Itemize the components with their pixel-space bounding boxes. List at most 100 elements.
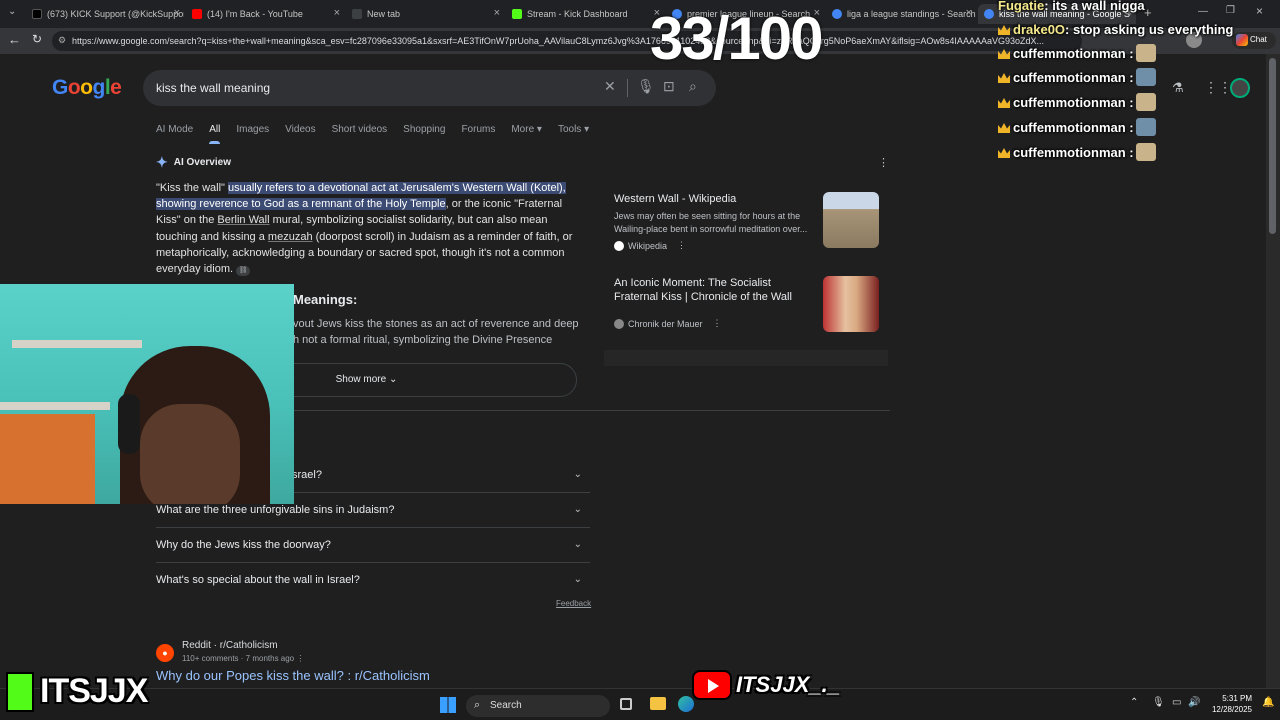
more-options-icon[interactable]: ⋮	[878, 156, 889, 169]
source-site: Chronik der Mauer ⋮	[614, 318, 722, 329]
close-tab-icon[interactable]: ×	[174, 7, 180, 19]
edge-icon[interactable]	[678, 696, 694, 712]
chat-username: cuffemmotionman	[1013, 46, 1126, 61]
webcam-object	[0, 414, 95, 504]
voice-search-icon[interactable]: 🎙	[637, 78, 655, 95]
close-tab-icon[interactable]: ×	[334, 7, 340, 19]
google-icon	[832, 9, 842, 19]
taskbar-search[interactable]: ⌕ Search	[466, 695, 610, 717]
volume-icon[interactable]: 🔊	[1188, 697, 1200, 708]
webcam-shelf	[0, 402, 110, 410]
reddit-icon: ●	[156, 644, 174, 662]
close-tab-icon[interactable]: ×	[966, 7, 972, 19]
faq-item[interactable]: Why do the Jews kiss the doorway? ⌄	[156, 528, 590, 563]
back-icon[interactable]: ←	[8, 32, 21, 47]
progress-counter: 33/100	[650, 5, 824, 72]
clear-search-icon[interactable]: ✕	[604, 78, 616, 95]
more-options-icon[interactable]: ⋮	[713, 318, 722, 329]
tab-kick-support[interactable]: (673) KICK Support (@KickSuppor ×	[26, 4, 184, 24]
chat-label: Chat	[1250, 35, 1267, 44]
lens-icon[interactable]: ⊡	[663, 78, 675, 95]
notification-bell-icon[interactable]: 🔔	[1262, 697, 1274, 708]
faq-item[interactable]: What's so special about the wall in Isra…	[156, 563, 590, 598]
taskbar-clock[interactable]: 5:31 PM 12/28/2025	[1206, 693, 1252, 715]
account-avatar[interactable]	[1230, 78, 1250, 98]
source-snippet: Jews may often be seen sitting for hours…	[614, 211, 808, 234]
close-window-button[interactable]: ×	[1256, 4, 1263, 18]
restore-button[interactable]: ❐	[1226, 5, 1235, 16]
source-site-name: Wikipedia	[628, 240, 668, 251]
file-explorer-icon[interactable]	[650, 697, 666, 710]
search-input[interactable]: kiss the wall meaning	[156, 81, 270, 95]
crown-icon	[998, 123, 1010, 133]
microphone-icon[interactable]: 🎙	[1152, 697, 1165, 708]
new-tab-icon	[352, 9, 362, 19]
page-scrollbar[interactable]	[1266, 54, 1280, 688]
source-site: Wikipedia ⋮	[614, 240, 686, 251]
source-card-wikipedia[interactable]: Western Wall - Wikipedia Jews may often …	[604, 182, 888, 260]
ai-text-part: "Kiss the wall"	[156, 182, 228, 194]
tab-videos[interactable]: Videos	[285, 124, 315, 144]
tab-forums[interactable]: Forums	[461, 124, 495, 144]
new-tab-button[interactable]: +	[1144, 5, 1152, 20]
tab-shopping[interactable]: Shopping	[403, 124, 445, 144]
chat-button[interactable]: Chat	[1232, 32, 1276, 49]
tab-tools[interactable]: Tools ▾	[558, 124, 589, 144]
more-options-icon[interactable]: ⋮	[677, 240, 686, 251]
crown-icon	[998, 73, 1010, 83]
search-box[interactable]: kiss the wall meaning ✕ 🎙 ⊡ ⌕	[143, 70, 716, 106]
minimize-button[interactable]: —	[1198, 6, 1208, 17]
mezuzah-link[interactable]: mezuzah	[268, 231, 313, 243]
scrollbar-thumb[interactable]	[1269, 58, 1276, 234]
start-button[interactable]	[440, 697, 456, 713]
tab-images[interactable]: Images	[236, 124, 269, 144]
show-more-label: Show more	[335, 374, 387, 385]
youtube-channel-name: ITSJJX_._	[736, 672, 840, 697]
western-wall-thumbnail[interactable]	[823, 192, 879, 248]
tab-ai-mode[interactable]: AI Mode	[156, 124, 193, 144]
labs-icon[interactable]: ⚗	[1172, 80, 1184, 96]
chevron-down-icon: ⌄	[388, 374, 398, 385]
close-tab-icon[interactable]: ×	[494, 7, 500, 19]
site-info-icon[interactable]: ⚙	[58, 35, 66, 46]
tab-short-videos[interactable]: Short videos	[332, 124, 388, 144]
faq-question: What's so special about the wall in Isra…	[156, 574, 360, 586]
result-site[interactable]: Reddit · r/Catholicism	[182, 640, 278, 651]
webcam-overlay	[0, 284, 294, 504]
ai-overview-text: "Kiss the wall" usually refers to a devo…	[156, 180, 581, 277]
tab-kick-dashboard[interactable]: Stream - Kick Dashboard ×	[506, 4, 664, 24]
tab-more[interactable]: More ▾	[511, 124, 542, 144]
task-view-icon[interactable]	[620, 698, 632, 710]
chevron-up-icon[interactable]: ⌃	[1130, 697, 1138, 708]
result-title-link[interactable]: Why do our Popes kiss the wall? : r/Cath…	[156, 668, 430, 683]
url-text: https://www.google.com/search?q=kiss+the…	[72, 36, 1044, 46]
tab-list-chevron-icon[interactable]: ⌄	[8, 6, 16, 17]
tab-more-label: More	[511, 124, 535, 135]
network-icon[interactable]: ▭	[1172, 697, 1181, 708]
google-logo[interactable]: Google	[52, 76, 122, 100]
berlin-wall-link[interactable]: Berlin Wall	[217, 214, 269, 226]
address-bar[interactable]: ⚙ https://www.google.com/search?q=kiss+t…	[52, 31, 1082, 51]
source-card-chronik[interactable]: An Iconic Moment: The Socialist Fraterna…	[604, 266, 888, 344]
faq-question: Why do the Jews kiss the doorway?	[156, 539, 331, 551]
result-meta: 110+ comments · 7 months ago ⋮	[182, 654, 304, 663]
more-options-icon[interactable]: ⋮	[296, 654, 304, 663]
crown-icon	[998, 49, 1010, 59]
sparkle-icon: ✦	[156, 154, 168, 170]
source-title[interactable]: Western Wall - Wikipedia	[614, 192, 814, 206]
ai-subheading: Meanings:	[293, 292, 358, 307]
chronik-icon	[614, 318, 624, 329]
fraternal-kiss-thumbnail[interactable]	[823, 276, 879, 332]
reload-icon[interactable]: ↻	[32, 32, 42, 46]
link-chip-icon[interactable]: ⛓	[236, 266, 251, 277]
tab-youtube[interactable]: (14) I'm Back - YouTube ×	[186, 4, 344, 24]
tab-all[interactable]: All	[209, 124, 221, 144]
search-icon[interactable]: ⌕	[689, 78, 697, 95]
tab-new-tab[interactable]: New tab ×	[346, 4, 504, 24]
apps-grid-icon[interactable]: ⋮⋮	[1204, 79, 1232, 96]
chat-message: cuffemmotionman :	[998, 95, 1134, 110]
tab-liga-standings[interactable]: liga a league standings - Search ×	[826, 4, 976, 24]
source-title[interactable]: An Iconic Moment: The Socialist Fraterna…	[614, 276, 814, 304]
feedback-link[interactable]: Feedback	[556, 599, 591, 608]
chat-username: cuffemmotionman	[1013, 145, 1126, 160]
